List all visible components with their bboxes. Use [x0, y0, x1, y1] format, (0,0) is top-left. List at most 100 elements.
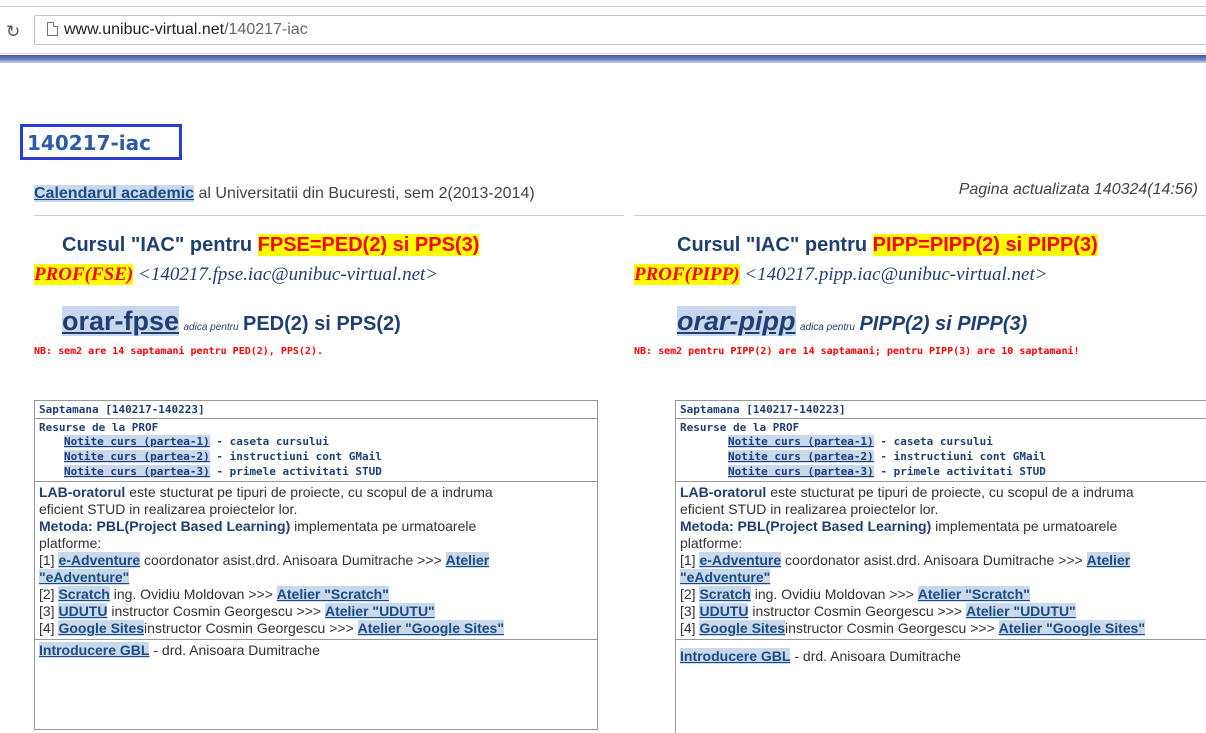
resources-section: Resurse de la PROF Notite curs (partea-1… [676, 419, 1206, 482]
lab-bold: LAB-oratorul [39, 484, 126, 500]
prof-line-right: PROF(PIPP) <140217.pipp.iac@unibuc-virtu… [634, 264, 1048, 286]
page-icon [47, 22, 58, 36]
notes-desc-2: - instructiuni cont GMail [209, 450, 382, 463]
platform-item-2: [2] Scratch ing. Ovidiu Moldovan >>> Ate… [680, 586, 1206, 603]
course-title-left: Cursul "IAC" pentru FPSE=PED(2) si PPS(3… [62, 234, 480, 257]
platform-link-udutu[interactable]: UDUTU [699, 603, 749, 619]
platform-item-1: [1] e-Adventure coordonator asist.drd. A… [39, 552, 593, 569]
course-prefix: Cursul "IAC" pentru [677, 234, 873, 256]
platform-desc: ing. Ovidiu Moldovan >>> [750, 586, 918, 602]
nb-note-left: NB: sem2 are 14 saptamani pentru PED(2),… [34, 346, 323, 357]
orar-groups: PIPP(2) si PIPP(3) [859, 313, 1028, 335]
platform-num: [2] [680, 586, 700, 602]
course-prefix: Cursul "IAC" pentru [62, 234, 258, 256]
lab-bold: LAB-oratorul [680, 484, 767, 500]
notes-list: Notite curs (partea-1) - caseta cursului… [680, 434, 1206, 479]
prof-email: <140217.fpse.iac@unibuc-virtual.net> [133, 264, 439, 285]
notes-link-3[interactable]: Notite curs (partea-3) [64, 465, 210, 478]
browser-toolbar: ↻ www.unibuc-virtual.net/140217-iac [0, 0, 1206, 54]
orar-pipp-link[interactable]: orar-pipp [677, 306, 796, 336]
orar-fpse-link[interactable]: orar-fpse [62, 306, 180, 336]
orar-line-left: orar-fpse adica pentru PED(2) si PPS(2) [62, 306, 401, 337]
lab-text-2: eficient STUD in realizarea proiectelor … [680, 501, 939, 517]
lab-text-2: eficient STUD in realizarea proiectelor … [39, 501, 298, 517]
metoda-text-1: implementata pe urmatoarele [931, 518, 1118, 534]
platform-desc: instructor Cosmin Georgescu >>> [748, 603, 966, 619]
platform-link-google-sites[interactable]: Google Sites [699, 620, 786, 636]
platform-item-4: [4] Google Sitesinstructor Cosmin George… [39, 620, 593, 637]
notes-desc-2: - instructiuni cont GMail [873, 450, 1046, 463]
prof-tag: PROF(FSE) [34, 264, 134, 285]
platform-desc: instructor Cosmin Georgescu >>> [785, 620, 999, 636]
divider-left [34, 215, 624, 216]
week-header: Saptamana [140217-140223] [35, 401, 597, 419]
atelier-link-eadventure-2[interactable]: "eAdventure" [39, 569, 130, 585]
atelier-link-scratch[interactable]: Atelier "Scratch" [276, 586, 389, 602]
course-title-right: Cursul "IAC" pentru PIPP=PIPP(2) si PIPP… [677, 234, 1098, 257]
atelier-link-eadventure[interactable]: Atelier [445, 552, 490, 568]
nb-note-right: NB: sem2 pentru PIPP(2) are 14 saptamani… [634, 346, 1080, 357]
notes-desc-1: - caseta cursului [209, 435, 329, 448]
notes-desc-3: - primele activitati STUD [873, 465, 1046, 478]
intro-gbl-link[interactable]: Introducere GBL [39, 642, 150, 658]
calendar-link[interactable]: Calendarul academic [34, 185, 195, 202]
list-item: Notite curs (partea-1) - caseta cursului [64, 434, 593, 449]
updated-timestamp: Pagina actualizata 140324(14:56) [958, 181, 1198, 198]
atelier-link-google-sites[interactable]: Atelier "Google Sites" [998, 620, 1145, 636]
platform-link-google-sites[interactable]: Google Sites [58, 620, 145, 636]
intro-text: - drd. Anisoara Dumitrache [149, 642, 320, 658]
notes-link-3[interactable]: Notite curs (partea-3) [728, 465, 874, 478]
reload-icon[interactable]: ↻ [6, 22, 20, 42]
notes-desc-3: - primele activitati STUD [209, 465, 382, 478]
resources-title: Resurse de la PROF [39, 421, 159, 434]
platform-item-3: [3] UDUTU instructor Cosmin Georgescu >>… [39, 603, 593, 620]
notes-link-1[interactable]: Notite curs (partea-1) [728, 435, 874, 448]
platform-link-eadventure[interactable]: e-Adventure [699, 552, 782, 568]
url-path: /140217-iac [224, 21, 308, 38]
metoda-text-1: implementata pe urmatoarele [290, 518, 477, 534]
atelier-link-udutu[interactable]: Atelier "UDUTU" [965, 603, 1076, 619]
platform-item-3: [3] UDUTU instructor Cosmin Georgescu >>… [680, 603, 1206, 620]
platform-link-udutu[interactable]: UDUTU [58, 603, 108, 619]
intro-section: Introducere GBL - drd. Anisoara Dumitrac… [676, 640, 1206, 667]
course-highlight: FPSE=PED(2) si PPS(3) [257, 234, 480, 256]
address-bar[interactable]: www.unibuc-virtual.net/140217-iac [34, 15, 1206, 45]
platform-desc: instructor Cosmin Georgescu >>> [144, 620, 358, 636]
notes-link-1[interactable]: Notite curs (partea-1) [64, 435, 210, 448]
list-item: Notite curs (partea-3) - primele activit… [728, 464, 1206, 479]
notes-link-2[interactable]: Notite curs (partea-2) [728, 450, 874, 463]
list-item: Notite curs (partea-1) - caseta cursului [728, 434, 1206, 449]
course-highlight: PIPP=PIPP(2) si PIPP(3) [872, 234, 1098, 256]
intro-section: Introducere GBL - drd. Anisoara Dumitrac… [35, 640, 597, 661]
platform-item-4: [4] Google Sitesinstructor Cosmin George… [680, 620, 1206, 637]
atelier-link-udutu[interactable]: Atelier "UDUTU" [324, 603, 435, 619]
notes-desc-1: - caseta cursului [873, 435, 993, 448]
prof-tag: PROF(PIPP) [634, 264, 740, 285]
intro-gbl-link[interactable]: Introducere GBL [680, 648, 791, 664]
atelier-link-scratch[interactable]: Atelier "Scratch" [917, 586, 1030, 602]
atelier-link-google-sites[interactable]: Atelier "Google Sites" [357, 620, 504, 636]
platform-link-scratch[interactable]: Scratch [58, 586, 110, 602]
platform-link-scratch[interactable]: Scratch [699, 586, 751, 602]
lab-text-1: este stucturat pe tipuri de proiecte, cu… [766, 484, 1134, 500]
platform-num: [3] [680, 603, 700, 619]
notes-list: Notite curs (partea-1) - caseta cursului… [39, 434, 593, 479]
site-header-bar [0, 55, 1206, 63]
platform-link-eadventure[interactable]: e-Adventure [58, 552, 141, 568]
atelier-link-eadventure[interactable]: Atelier [1086, 552, 1131, 568]
platform-num: [4] [680, 620, 700, 636]
platform-desc: instructor Cosmin Georgescu >>> [107, 603, 325, 619]
platform-desc: ing. Ovidiu Moldovan >>> [109, 586, 277, 602]
platform-item-1: [1] e-Adventure coordonator asist.drd. A… [680, 552, 1206, 569]
platform-num: [3] [39, 603, 59, 619]
list-item: Notite curs (partea-3) - primele activit… [64, 464, 593, 479]
url-text[interactable]: www.unibuc-virtual.net/140217-iac [64, 21, 308, 39]
intro-text: - drd. Anisoara Dumitrache [790, 648, 961, 664]
metoda-bold: Metoda: PBL(Project Based Learning) [39, 518, 291, 534]
platform-item-1-cont: "eAdventure" [680, 569, 1206, 586]
atelier-link-eadventure-2[interactable]: "eAdventure" [680, 569, 771, 585]
tab-strip-line [0, 6, 1206, 7]
notes-link-2[interactable]: Notite curs (partea-2) [64, 450, 210, 463]
platform-num: [1] [680, 552, 700, 568]
page-title: 140217-iac [20, 124, 182, 160]
